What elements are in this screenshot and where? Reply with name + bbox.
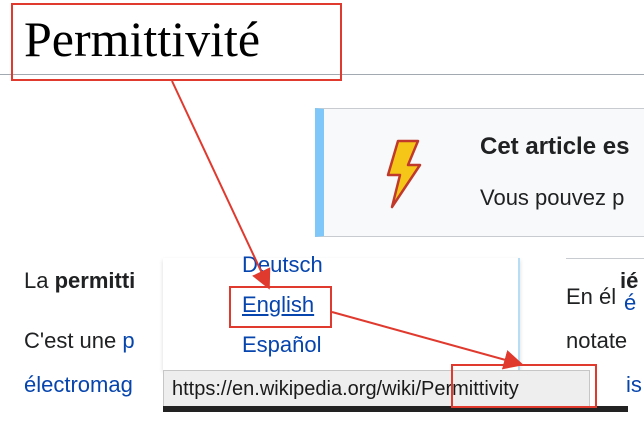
- annotation-arrow-english-to-url: [331, 311, 524, 370]
- annotation-arrows: [171, 80, 524, 370]
- annotation-arrow-title-to-english: [171, 80, 271, 290]
